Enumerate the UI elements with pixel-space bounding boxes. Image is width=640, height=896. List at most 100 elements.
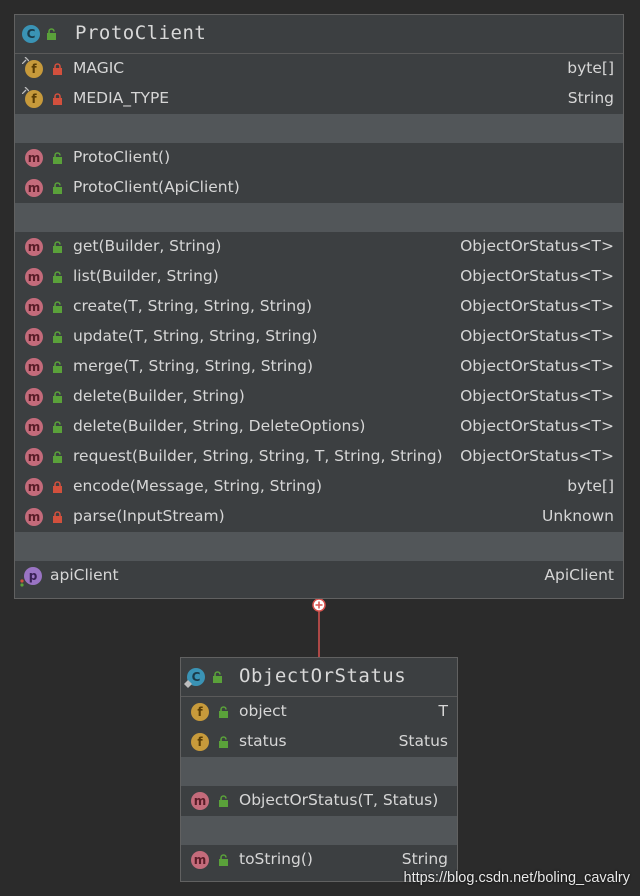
private-lock-icon (53, 511, 62, 523)
method-return-type: ObjectOrStatus<T> (460, 417, 614, 435)
property-name: apiClient (50, 566, 119, 584)
method-badge-icon: m (25, 478, 43, 496)
public-lock-icon (53, 391, 62, 403)
field-name: object (239, 702, 287, 720)
public-lock-icon (219, 706, 228, 718)
static-pin-icon (22, 87, 29, 94)
method-return-type: ObjectOrStatus<T> (460, 447, 614, 465)
method-row[interactable]: m update(T, String, String, String) Obje… (15, 322, 623, 352)
section-gap (15, 203, 623, 232)
public-lock-icon (53, 241, 62, 253)
method-row[interactable]: m merge(T, String, String, String) Objec… (15, 352, 623, 382)
method-badge-icon: m (25, 508, 43, 526)
method-return-type: String (401, 850, 448, 868)
method-row[interactable]: m create(T, String, String, String) Obje… (15, 292, 623, 322)
constructor-row[interactable]: m ProtoClient(ApiClient) (15, 173, 623, 203)
public-lock-icon (53, 271, 62, 283)
method-name: toString() (239, 850, 313, 868)
field-name: MEDIA_TYPE (73, 89, 170, 107)
field-row-magic[interactable]: f MAGIC byte[] (15, 54, 623, 84)
method-name: list(Builder, String) (73, 267, 219, 285)
proto-client-title: ProtoClient (75, 22, 207, 44)
method-badge-icon: m (25, 298, 43, 316)
field-type: Status (398, 732, 448, 750)
method-return-type: ObjectOrStatus<T> (460, 387, 614, 405)
field-name: MAGIC (73, 59, 125, 77)
field-type: byte[] (567, 59, 614, 77)
method-badge-icon: m (25, 448, 43, 466)
public-lock-icon (47, 28, 56, 40)
section-gap (181, 757, 457, 786)
method-row[interactable]: m get(Builder, String) ObjectOrStatus<T> (15, 232, 623, 262)
method-name: encode(Message, String, String) (73, 477, 322, 495)
method-return-type: ObjectOrStatus<T> (460, 297, 614, 315)
method-row[interactable]: m delete(Builder, String) ObjectOrStatus… (15, 382, 623, 412)
method-badge-icon: m (25, 268, 43, 286)
method-name: delete(Builder, String) (73, 387, 245, 405)
method-row[interactable]: m request(Builder, String, String, T, St… (15, 442, 623, 472)
section-gap (181, 816, 457, 845)
static-pin-icon (22, 57, 29, 64)
method-badge-icon: m (25, 388, 43, 406)
constructor-row[interactable]: m ProtoClient() (15, 143, 623, 173)
section-gap (15, 532, 623, 561)
property-accessor-icon (20, 579, 24, 587)
method-row[interactable]: m parse(InputStream) Unknown (15, 502, 623, 532)
constructor-name: ProtoClient(ApiClient) (73, 178, 240, 196)
object-or-status-header[interactable]: C ObjectOrStatus (181, 658, 457, 697)
method-name: update(T, String, String, String) (73, 327, 318, 345)
public-lock-icon (53, 361, 62, 373)
method-name: parse(InputStream) (73, 507, 225, 525)
method-badge-icon: m (25, 179, 43, 197)
field-badge-icon: f (191, 733, 209, 751)
method-name: delete(Builder, String, DeleteOptions) (73, 417, 366, 435)
public-lock-icon (53, 451, 62, 463)
method-row[interactable]: m list(Builder, String) ObjectOrStatus<T… (15, 262, 623, 292)
public-lock-icon (219, 854, 228, 866)
proto-client-class-box[interactable]: C ProtoClient f MAGIC byte[] f MEDIA_TYP… (14, 14, 624, 599)
method-badge-icon: m (191, 851, 209, 869)
method-name: request(Builder, String, String, T, Stri… (73, 447, 443, 465)
public-lock-icon (213, 671, 222, 683)
object-or-status-title: ObjectOrStatus (239, 665, 407, 687)
method-badge-icon: m (25, 149, 43, 167)
method-return-type: ObjectOrStatus<T> (460, 267, 614, 285)
field-row-status[interactable]: f status Status (181, 727, 457, 757)
public-lock-icon (219, 736, 228, 748)
method-badge-icon: m (25, 238, 43, 256)
field-type: T (438, 702, 448, 720)
public-lock-icon (53, 421, 62, 433)
property-type: ApiClient (544, 566, 614, 584)
field-badge-icon: f (191, 703, 209, 721)
object-or-status-class-box[interactable]: C ObjectOrStatus f object T f status Sta… (180, 657, 458, 882)
method-return-type: ObjectOrStatus<T> (460, 327, 614, 345)
constructor-name: ProtoClient() (73, 148, 171, 166)
private-lock-icon (53, 63, 62, 75)
public-lock-icon (53, 152, 62, 164)
method-name: get(Builder, String) (73, 237, 222, 255)
method-row[interactable]: m encode(Message, String, String) byte[] (15, 472, 623, 502)
method-return-type: ObjectOrStatus<T> (460, 237, 614, 255)
method-row[interactable]: m delete(Builder, String, DeleteOptions)… (15, 412, 623, 442)
method-name: create(T, String, String, String) (73, 297, 313, 315)
field-row-object[interactable]: f object T (181, 697, 457, 727)
method-badge-icon: m (25, 328, 43, 346)
private-lock-icon (53, 93, 62, 105)
constructor-row[interactable]: m ObjectOrStatus(T, Status) (181, 786, 457, 816)
inner-class-marker-icon (184, 680, 192, 688)
connector-plus-circle-icon (312, 598, 326, 612)
private-lock-icon (53, 481, 62, 493)
public-lock-icon (53, 182, 62, 194)
constructor-name: ObjectOrStatus(T, Status) (239, 791, 439, 809)
watermark-text: https://blog.csdn.net/boling_cavalry (403, 870, 631, 886)
field-name: status (239, 732, 287, 750)
method-return-type: ObjectOrStatus<T> (460, 357, 614, 375)
property-row[interactable]: p apiClient ApiClient (15, 561, 623, 591)
method-badge-icon: m (25, 358, 43, 376)
method-badge-icon: m (191, 792, 209, 810)
proto-client-header[interactable]: C ProtoClient (15, 15, 623, 54)
field-row-media-type[interactable]: f MEDIA_TYPE String (15, 84, 623, 114)
method-return-type: byte[] (567, 477, 614, 495)
public-lock-icon (53, 331, 62, 343)
public-lock-icon (53, 301, 62, 313)
